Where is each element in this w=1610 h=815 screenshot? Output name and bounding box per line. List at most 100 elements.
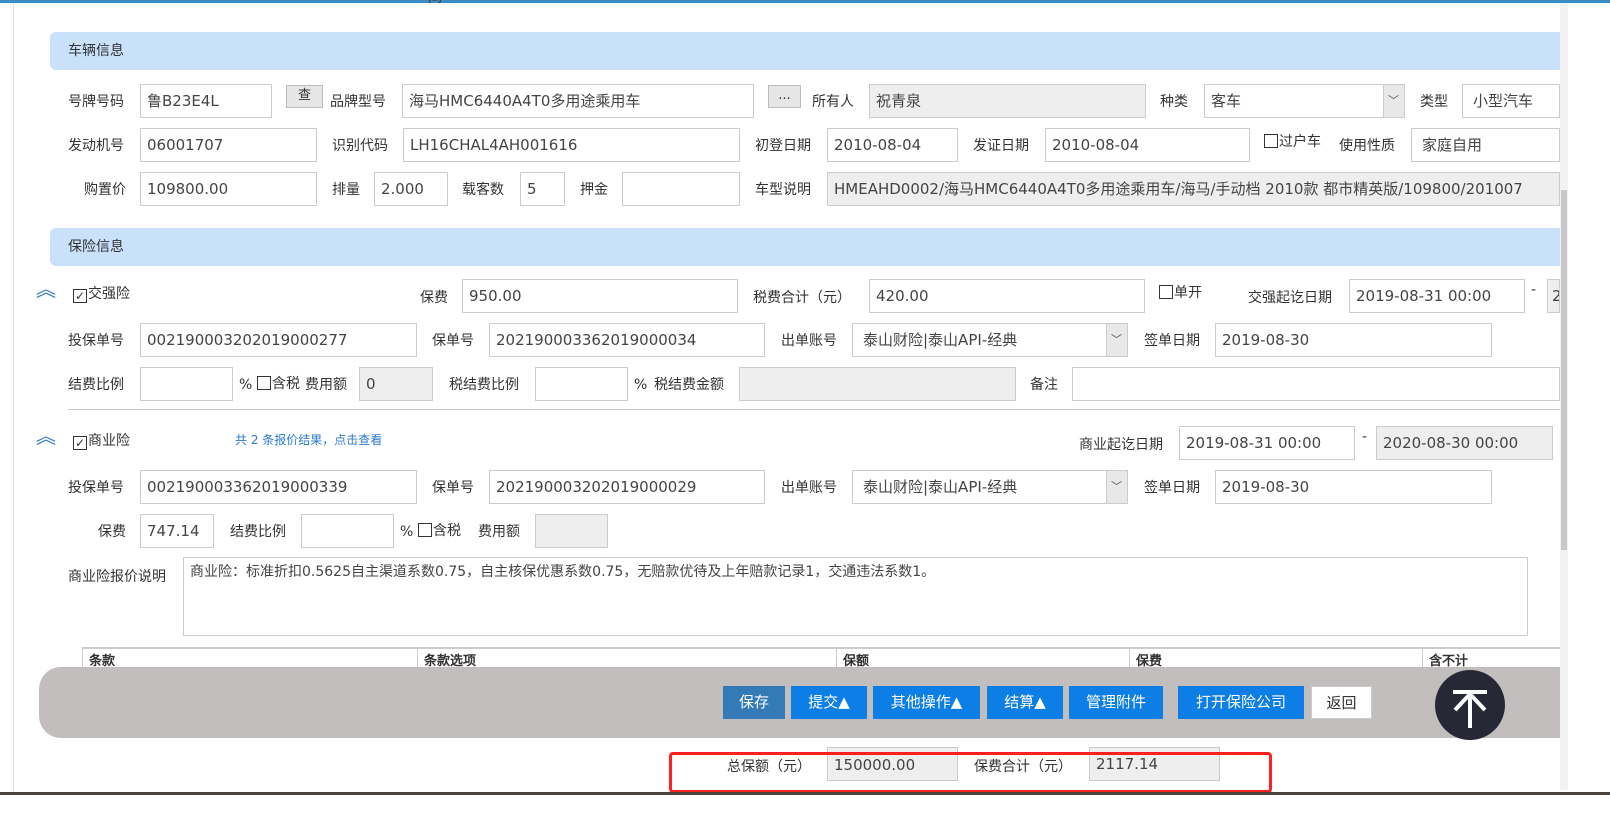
other-actions-button[interactable]: 其他操作▲ — [873, 686, 980, 719]
fee-amount-label: 费用额 — [305, 377, 347, 393]
checkbox-icon — [418, 523, 432, 537]
scroll-to-top-button[interactable] — [1435, 670, 1505, 740]
transfer-checkbox[interactable]: 过户车 — [1264, 132, 1321, 152]
tax-incl-label: 含税 — [272, 376, 300, 392]
quote-desc-label: 商业险报价说明 — [68, 569, 166, 585]
brand-more-button[interactable]: ... — [768, 85, 801, 108]
lookup-button[interactable]: 查 — [286, 85, 323, 108]
quote-results-link[interactable]: 共 2 条报价结果，点击查看 — [235, 431, 382, 448]
commercial-fee-ratio-label: 结费比例 — [230, 524, 286, 540]
engine-input[interactable]: 06001707 — [140, 128, 317, 162]
commercial-sign-date-label: 签单日期 — [1144, 480, 1200, 496]
collapse-chevron-up-icon[interactable]: ︽ — [36, 279, 56, 299]
tax-fee-ratio-input[interactable] — [535, 367, 628, 401]
compulsory-sign-date-input[interactable]: 2019-08-30 — [1215, 323, 1492, 357]
tax-fee-amount-input[interactable] — [739, 367, 1016, 401]
displacement-input[interactable]: 2.000 — [374, 172, 448, 206]
owner-input[interactable]: 祝青泉 — [869, 84, 1146, 118]
tax-label: 税费合计（元） — [753, 290, 851, 306]
tax-input[interactable]: 420.00 — [869, 279, 1145, 313]
date-dash: - — [1362, 429, 1368, 445]
usage-input[interactable]: 家庭自用 — [1411, 128, 1560, 162]
table-header-premium: 保费 — [1129, 648, 1422, 668]
tax-incl-checkbox[interactable]: 含税 — [257, 374, 300, 394]
scrollbar-thumb[interactable] — [1561, 190, 1567, 550]
commercial-end-input[interactable]: 2020-08-30 00:00 — [1376, 426, 1553, 460]
commercial-fee-ratio-input[interactable] — [301, 514, 394, 548]
highlight-box — [669, 752, 1272, 793]
commercial-policy-no-input[interactable]: 202190003202019000029 — [489, 470, 765, 504]
left-border — [13, 3, 14, 793]
commercial-checkbox[interactable]: ✓ 商业险 — [73, 431, 130, 451]
compulsory-account-select[interactable]: 泰山财险|泰山API-经典 ﹀ — [852, 323, 1128, 357]
commercial-premium-label: 保费 — [98, 524, 126, 540]
commercial-tax-incl-checkbox[interactable]: 含税 — [418, 521, 461, 541]
fee-ratio-input[interactable] — [140, 367, 233, 401]
compulsory-policy-no-label: 保单号 — [432, 333, 474, 349]
commercial-fee-amount-input[interactable] — [535, 514, 608, 548]
commercial-account-label: 出单账号 — [781, 480, 837, 496]
quote-desc-textarea[interactable]: 商业险：标准折扣0.5625自主渠道系数0.75，自主核保优惠系数0.75，无赔… — [183, 557, 1528, 636]
compulsory-premium-input[interactable]: 950.00 — [462, 279, 738, 313]
arrow-up-icon — [1453, 690, 1487, 728]
brand-label: 品牌型号 — [330, 94, 386, 110]
checkbox-icon — [1264, 134, 1278, 148]
commercial-app-no-input[interactable]: 002190003362019000339 — [140, 470, 417, 504]
compulsory-policy-no-input[interactable]: 202190003362019000034 — [489, 323, 765, 357]
table-header-deductible: 含不计 — [1422, 648, 1548, 668]
open-insurer-button[interactable]: 打开保险公司 — [1178, 686, 1304, 719]
save-button[interactable]: 保存 — [723, 686, 785, 719]
manage-attachments-button[interactable]: 管理附件 — [1069, 686, 1163, 719]
vin-input[interactable]: LH16CHAL4AH001616 — [403, 128, 740, 162]
table-header-clause-option: 条款选项 — [417, 648, 836, 668]
chevron-down-icon: ﹀ — [1388, 94, 1399, 107]
compulsory-premium-label: 保费 — [420, 290, 448, 306]
commercial-policy-no-label: 保单号 — [432, 480, 474, 496]
settle-button[interactable]: 结算▲ — [987, 686, 1063, 719]
back-button[interactable]: 返回 — [1311, 686, 1372, 719]
commercial-period-label: 商业起讫日期 — [1079, 437, 1163, 453]
compulsory-checkbox[interactable]: ✓ 交强险 — [73, 284, 130, 304]
date-dash: - — [1531, 282, 1537, 298]
plate-input[interactable]: 鲁B23E4L — [140, 84, 272, 118]
deposit-input[interactable] — [622, 172, 740, 206]
issue-date-input[interactable]: 2010-08-04 — [1045, 128, 1250, 162]
compulsory-sign-date-label: 签单日期 — [1144, 333, 1200, 349]
commercial-premium-input[interactable]: 747.14 — [140, 514, 214, 548]
divider — [68, 409, 1560, 410]
top-border — [0, 0, 1610, 3]
price-input[interactable]: 109800.00 — [140, 172, 317, 206]
kind-select[interactable]: 客车 ﹀ — [1204, 84, 1405, 118]
checkbox-icon — [257, 376, 271, 390]
remark-input[interactable] — [1072, 367, 1560, 401]
compulsory-end-input[interactable]: 2 — [1547, 279, 1560, 313]
section-insurance-info: 保险信息 — [50, 228, 1560, 266]
tax-fee-ratio-label: 税结费比例 — [449, 377, 519, 393]
commercial-start-input[interactable]: 2019-08-31 00:00 — [1179, 426, 1355, 460]
reg-date-input[interactable]: 2010-08-04 — [827, 128, 958, 162]
commercial-sign-date-input[interactable]: 2019-08-30 — [1215, 470, 1492, 504]
seats-label: 载客数 — [462, 182, 504, 198]
deposit-label: 押金 — [580, 182, 608, 198]
remark-label: 备注 — [1030, 377, 1058, 393]
percent-sign: % — [400, 524, 414, 540]
compulsory-app-no-input[interactable]: 002190003202019000277 — [140, 323, 417, 357]
single-checkbox[interactable]: 单开 — [1159, 283, 1202, 303]
model-desc-input[interactable]: HMEAHD0002/海马HMC6440A4T0多用途乘用车/海马/手动档 20… — [827, 172, 1560, 206]
seats-input[interactable]: 5 — [520, 172, 565, 206]
checkbox-checked-icon: ✓ — [73, 289, 87, 303]
collapse-chevron-up-icon[interactable]: ︽ — [36, 426, 56, 446]
type-input[interactable]: 小型汽车 — [1462, 84, 1560, 118]
compulsory-period-label: 交强起讫日期 — [1248, 290, 1332, 306]
compulsory-start-input[interactable]: 2019-08-31 00:00 — [1349, 279, 1525, 313]
vin-label: 识别代码 — [332, 138, 388, 154]
account-value: 泰山财险|泰山API-经典 — [863, 331, 1018, 349]
brand-input[interactable]: 海马HMC6440A4T0多用途乘用车 — [402, 84, 754, 118]
compulsory-account-label: 出单账号 — [781, 333, 837, 349]
section-vehicle-info: 车辆信息 — [50, 32, 1560, 70]
submit-button[interactable]: 提交▲ — [791, 686, 867, 719]
commercial-account-select[interactable]: 泰山财险|泰山API-经典 ﹀ — [852, 470, 1128, 504]
engine-label: 发动机号 — [68, 138, 124, 154]
cut-text: 间 — [428, 0, 442, 8]
fee-amount-input[interactable]: 0 — [359, 367, 433, 401]
